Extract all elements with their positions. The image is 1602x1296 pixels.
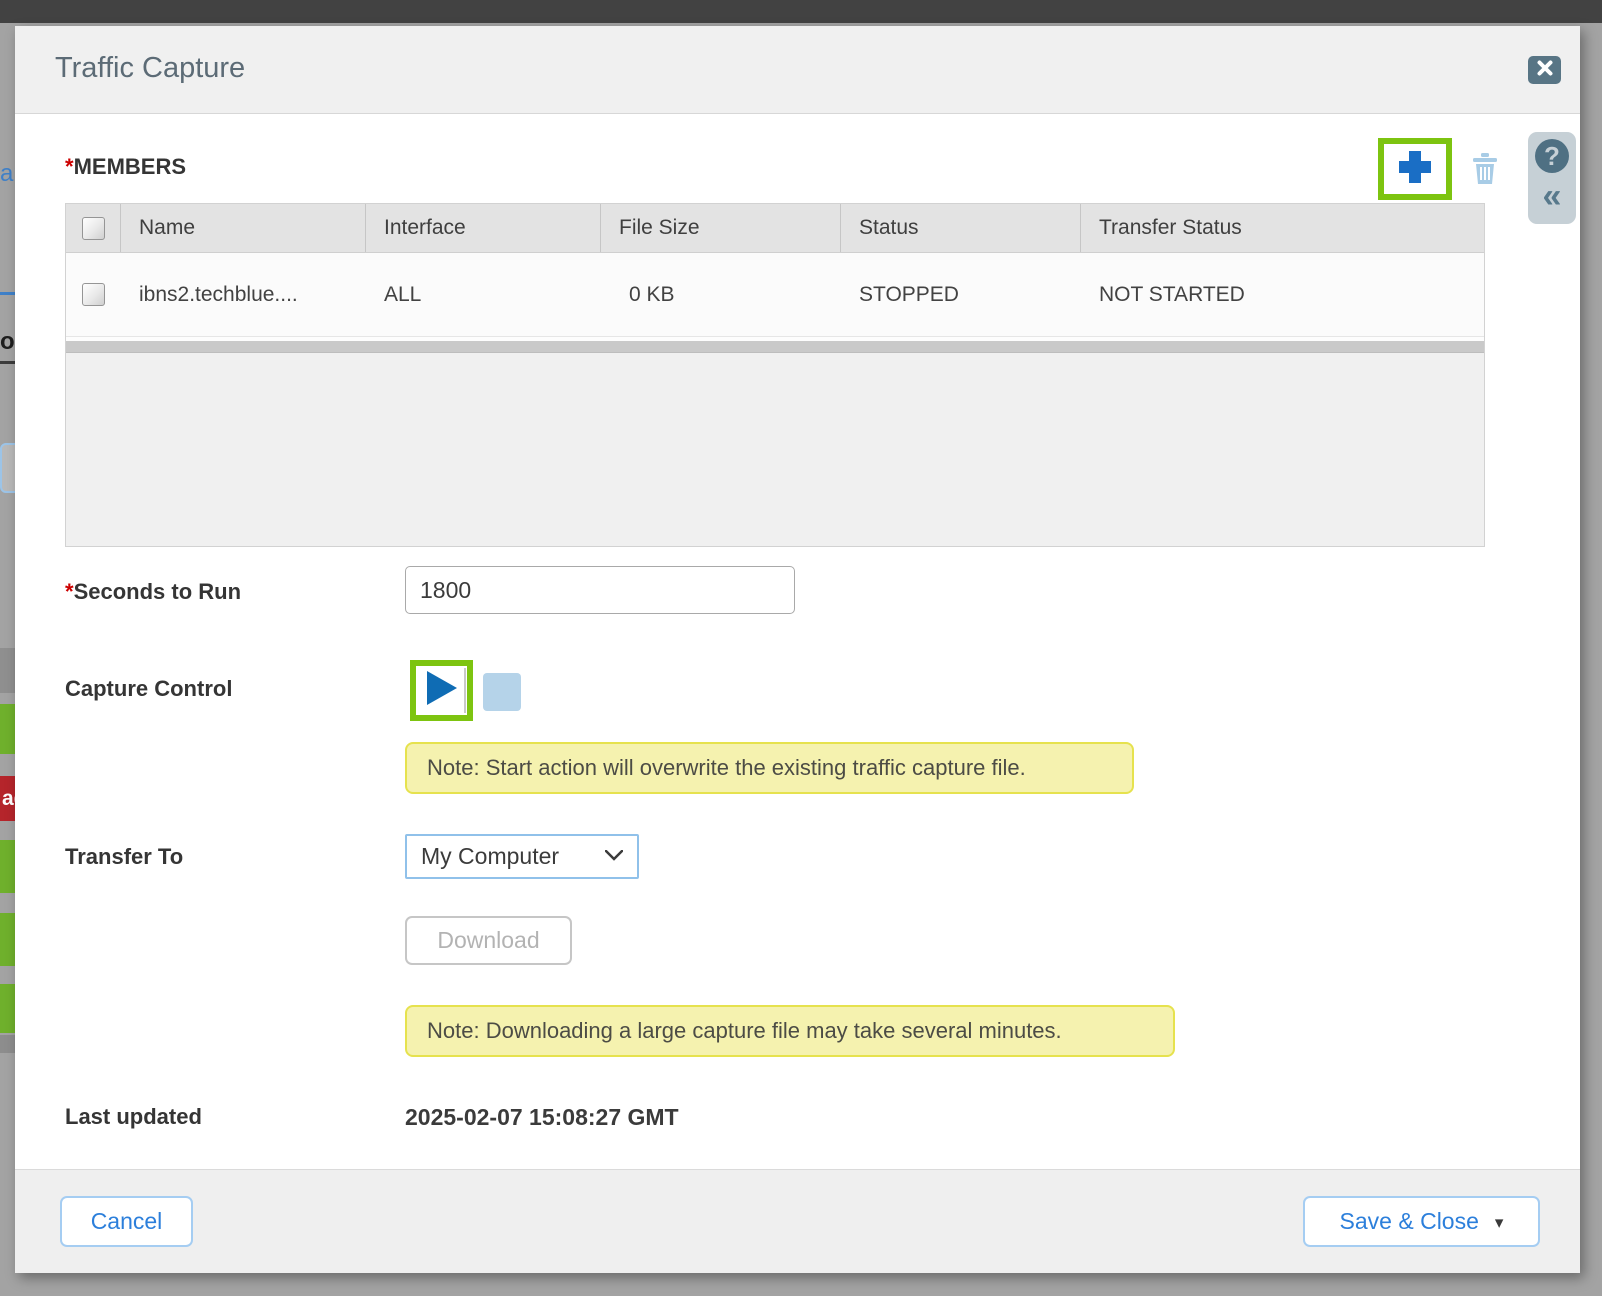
row-cell-status: STOPPED	[841, 253, 1081, 336]
save-and-close-label: Save & Close	[1340, 1208, 1479, 1235]
dialog-title: Traffic Capture	[55, 52, 245, 85]
background-green-status-bar	[0, 704, 16, 754]
background-tab-text-fragment: ol	[0, 328, 16, 356]
start-note: Note: Start action will overwrite the ex…	[405, 742, 1134, 794]
members-table-header: Name Interface File Size Status Transfer…	[66, 204, 1484, 253]
start-capture-annotation-box	[410, 660, 473, 721]
required-asterisk: *	[65, 579, 74, 604]
background-nav-text-fragment: ap	[0, 160, 16, 188]
background-table-header-fragment	[0, 648, 16, 693]
traffic-capture-dialog: Traffic Capture *MEMBERS ? «	[15, 26, 1580, 1273]
background-gray-band	[0, 1035, 16, 1053]
table-row[interactable]: ibns2.techblue.... ALL 0 KB STOPPED NOT …	[66, 253, 1484, 337]
row-checkbox-cell	[66, 253, 121, 336]
background-button-fragment	[0, 443, 16, 493]
plus-icon	[1395, 174, 1435, 191]
dialog-header: Traffic Capture	[15, 26, 1580, 114]
background-tab-underline	[0, 361, 16, 364]
column-header-file-size[interactable]: File Size	[601, 204, 841, 252]
column-header-status[interactable]: Status	[841, 204, 1081, 252]
close-button[interactable]	[1528, 56, 1561, 84]
select-all-checkbox[interactable]	[82, 217, 105, 240]
column-header-transfer-status[interactable]: Transfer Status	[1081, 204, 1484, 252]
row-cell-interface: ALL	[366, 253, 601, 336]
background-green-status-bar	[0, 984, 16, 1033]
delete-member-button[interactable]	[1470, 150, 1500, 186]
seconds-to-run-input[interactable]	[405, 566, 795, 614]
members-label: *MEMBERS	[65, 154, 186, 180]
cancel-button[interactable]: Cancel	[60, 1196, 193, 1247]
last-updated-label: Last updated	[65, 1104, 202, 1130]
select-all-cell	[66, 204, 121, 252]
background-blue-divider	[0, 292, 16, 295]
last-updated-value: 2025-02-07 15:08:27 GMT	[405, 1104, 679, 1131]
column-header-name[interactable]: Name	[121, 204, 366, 252]
members-table: Name Interface File Size Status Transfer…	[65, 203, 1485, 547]
dialog-footer: Cancel Save & Close ▾	[15, 1169, 1580, 1273]
background-red-status-badge: ad	[0, 776, 16, 821]
capture-control-label: Capture Control	[65, 676, 232, 702]
seconds-to-run-label: *Seconds to Run	[65, 579, 241, 605]
save-options-caret-icon[interactable]: ▾	[1495, 1213, 1504, 1233]
add-member-button[interactable]	[1395, 147, 1435, 192]
transfer-to-select[interactable]: My Computer	[405, 834, 639, 879]
stop-icon[interactable]	[483, 673, 521, 711]
side-help-panel: ? «	[1528, 132, 1576, 224]
trash-icon	[1470, 173, 1500, 190]
column-header-interface[interactable]: Interface	[366, 204, 601, 252]
help-icon[interactable]: ?	[1535, 139, 1569, 173]
download-note: Note: Downloading a large capture file m…	[405, 1005, 1175, 1057]
download-button[interactable]: Download	[405, 916, 572, 965]
horizontal-scrollbar[interactable]	[66, 341, 1484, 353]
required-asterisk: *	[65, 154, 74, 179]
row-checkbox[interactable]	[82, 283, 105, 306]
row-cell-name: ibns2.techblue....	[121, 253, 366, 336]
play-icon[interactable]	[425, 669, 459, 712]
close-icon	[1537, 60, 1553, 81]
row-cell-file-size: 0 KB	[601, 253, 841, 336]
background-top-bar	[0, 0, 1602, 23]
add-member-annotation-box	[1378, 138, 1452, 200]
save-and-close-button[interactable]: Save & Close ▾	[1303, 1196, 1540, 1247]
background-green-status-bar	[0, 913, 16, 966]
button-edge	[464, 668, 466, 713]
background-green-status-bar	[0, 840, 16, 893]
chevron-down-icon	[605, 848, 623, 866]
background-page-strip: ap ol ad	[0, 23, 16, 1296]
transfer-to-label: Transfer To	[65, 844, 183, 870]
row-cell-transfer-status: NOT STARTED	[1081, 253, 1484, 336]
transfer-to-selected-value: My Computer	[407, 843, 605, 870]
collapse-panel-icon[interactable]: «	[1528, 176, 1576, 216]
